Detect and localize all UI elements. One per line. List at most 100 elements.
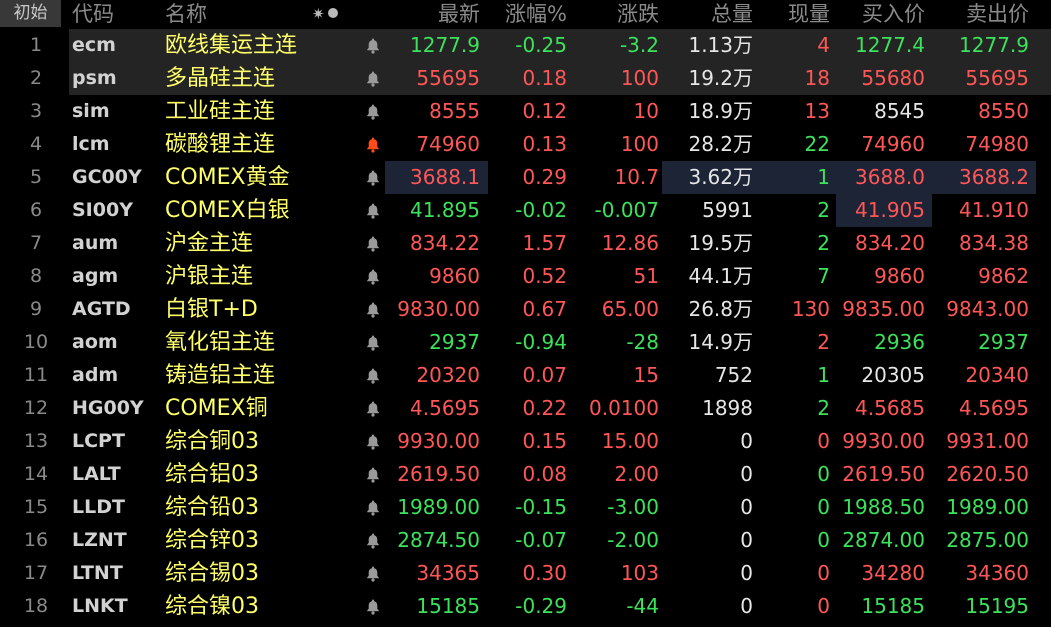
change: 103 (620, 561, 659, 585)
current-volume: 4 (817, 33, 830, 57)
alert-bell-icon[interactable] (365, 466, 381, 483)
row-index: 18 (23, 595, 49, 617)
volume: 0 (740, 495, 753, 519)
instrument-name: 多晶硅主连 (165, 66, 276, 91)
volume: 1.13万 (688, 33, 753, 57)
quote-row[interactable]: 3 sim 工业硅主连 8555 0.12 10 18.9万 13 8545 8550 (0, 95, 1051, 128)
quote-row[interactable]: 9 AGTD 白银T+D 9830.00 0.67 65.00 26.8万 130 9835.0… (0, 293, 1051, 326)
volume: 752 (714, 363, 753, 387)
quote-row[interactable]: 5 GC00Y COMEX黄金 3688.1 0.29 10.7 3.62万 1 3688.0 3… (0, 161, 1051, 194)
column-header-change-percent[interactable]: 涨幅% (505, 0, 567, 29)
change-percent: -0.02 (515, 198, 567, 222)
last-price: 20320 (416, 363, 480, 387)
column-header-current-volume[interactable]: 现量 (788, 0, 830, 29)
alert-bell-icon[interactable] (365, 598, 381, 615)
alert-bell-active-icon[interactable] (365, 136, 381, 153)
last-price: 4.5695 (410, 396, 480, 420)
quote-row[interactable]: 6 SI00Y COMEX白银 41.895 -0.02 -0.007 5991 2 41.90… (0, 194, 1051, 227)
quote-row[interactable]: 8 agm 沪银主连 9860 0.52 51 44.1万 7 9860 9862 (0, 260, 1051, 293)
last-price: 3688.1 (410, 165, 480, 189)
quote-row[interactable]: 13 LCPT 综合铜03 9930.00 0.15 15.00 0 0 9930.00 9931… (0, 425, 1051, 458)
instrument-name: 沪银主连 (165, 264, 254, 289)
quote-row[interactable]: 11 adm 铸造铝主连 20320 0.07 15 752 1 20305 20340 (0, 359, 1051, 392)
instrument-code: AGTD (72, 298, 131, 320)
row-index: 4 (29, 133, 43, 155)
instrument-name: 沪金主连 (165, 231, 254, 256)
current-volume: 0 (817, 561, 830, 585)
alert-bell-icon[interactable] (365, 301, 381, 318)
current-volume: 13 (804, 99, 830, 123)
alert-bell-icon[interactable] (365, 334, 381, 351)
bid-price: 1277.4 (855, 33, 925, 57)
column-header-name[interactable]: 名称 (165, 0, 207, 29)
quote-row[interactable]: 18 LNKT 综合镍03 15185 -0.29 -44 0 0 15185 15195 (0, 590, 1051, 623)
alert-bell-icon[interactable] (365, 532, 381, 549)
alert-bell-icon[interactable] (365, 565, 381, 582)
alert-bell-icon[interactable] (365, 70, 381, 87)
status-dot-icon[interactable] (327, 8, 338, 18)
last-price: 15185 (416, 594, 480, 618)
column-header-change[interactable]: 涨跌 (617, 0, 659, 29)
instrument-name: 铸造铝主连 (165, 363, 276, 388)
change: 0.0100 (589, 396, 659, 420)
ask-price: 20340 (965, 363, 1029, 387)
settings-gear-icon[interactable]: ✷ (312, 5, 325, 23)
column-header-bar: 初始 代码 名称 ✷ 最新 涨幅% 涨跌 总量 现量 买入价 卖出价 (0, 0, 1051, 29)
ask-price: 8550 (978, 99, 1029, 123)
quote-row[interactable]: 12 HG00Y COMEX铜 4.5695 0.22 0.0100 1898 2 4.5685… (0, 392, 1051, 425)
column-header-code[interactable]: 代码 (72, 0, 114, 29)
instrument-name: 综合铜03 (165, 429, 259, 454)
bid-price: 1988.50 (842, 495, 925, 519)
last-price: 41.895 (410, 198, 480, 222)
column-header-ask[interactable]: 卖出价 (966, 0, 1029, 29)
alert-bell-icon[interactable] (365, 202, 381, 219)
reset-order-button[interactable]: 初始 (0, 0, 61, 27)
bid-price: 4.5685 (855, 396, 925, 420)
alert-bell-icon[interactable] (365, 37, 381, 54)
instrument-name: 碳酸锂主连 (165, 132, 276, 157)
last-price: 74960 (416, 132, 480, 156)
alert-bell-icon[interactable] (365, 367, 381, 384)
volume: 0 (740, 462, 753, 486)
column-header-volume[interactable]: 总量 (711, 0, 753, 29)
quote-row[interactable]: 14 LALT 综合铝03 2619.50 0.08 2.00 0 0 2619.50 2620.… (0, 458, 1051, 491)
change-percent: -0.94 (515, 330, 567, 354)
current-volume: 18 (804, 66, 830, 90)
alert-bell-icon[interactable] (365, 169, 381, 186)
instrument-code: sim (72, 100, 110, 122)
volume: 14.9万 (688, 330, 753, 354)
change: 65.00 (601, 297, 659, 321)
quote-row[interactable]: 2 psm 多晶硅主连 55695 0.18 100 19.2万 18 55680 55695 (0, 62, 1051, 95)
last-price: 1989.00 (397, 495, 480, 519)
quote-row[interactable]: 4 lcm 碳酸锂主连 74960 0.13 100 28.2万 22 74960 74980 (0, 128, 1051, 161)
alert-bell-icon[interactable] (365, 433, 381, 450)
change-percent: 0.12 (522, 99, 567, 123)
instrument-code: agm (72, 265, 119, 287)
volume: 19.2万 (688, 66, 753, 90)
quote-row[interactable]: 15 LLDT 综合铅03 1989.00 -0.15 -3.00 0 0 1988.50 198… (0, 491, 1051, 524)
alert-bell-icon[interactable] (365, 400, 381, 417)
volume: 3.62万 (688, 165, 753, 189)
quote-row[interactable]: 16 LZNT 综合锌03 2874.50 -0.07 -2.00 0 0 2874.00 287… (0, 524, 1051, 557)
instrument-name: 氧化铝主连 (165, 330, 276, 355)
change-percent: 0.13 (522, 132, 567, 156)
alert-bell-icon[interactable] (365, 268, 381, 285)
quote-row[interactable]: 17 LTNT 综合锡03 34365 0.30 103 0 0 34280 34360 (0, 557, 1051, 590)
quote-row[interactable]: 10 aom 氧化铝主连 2937 -0.94 -28 14.9万 2 2936 2937 (0, 326, 1051, 359)
bid-price: 41.905 (855, 198, 925, 222)
last-price: 2874.50 (397, 528, 480, 552)
column-header-last[interactable]: 最新 (438, 0, 480, 29)
quote-row[interactable]: 7 aum 沪金主连 834.22 1.57 12.86 19.5万 2 834.20 834.3… (0, 227, 1051, 260)
change: -3.2 (619, 33, 659, 57)
instrument-code: ecm (72, 34, 116, 56)
bid-price: 15185 (861, 594, 925, 618)
column-header-bid[interactable]: 买入价 (862, 0, 925, 29)
instrument-code: LALT (72, 463, 121, 485)
change-percent: -0.29 (515, 594, 567, 618)
alert-bell-icon[interactable] (365, 235, 381, 252)
quote-row[interactable]: 1 ecm 欧线集运主连 1277.9 -0.25 -3.2 1.13万 4 1277.4 127… (0, 29, 1051, 62)
alert-bell-icon[interactable] (365, 499, 381, 516)
ask-price: 1989.00 (946, 495, 1029, 519)
last-price: 9830.00 (397, 297, 480, 321)
alert-bell-icon[interactable] (365, 103, 381, 120)
